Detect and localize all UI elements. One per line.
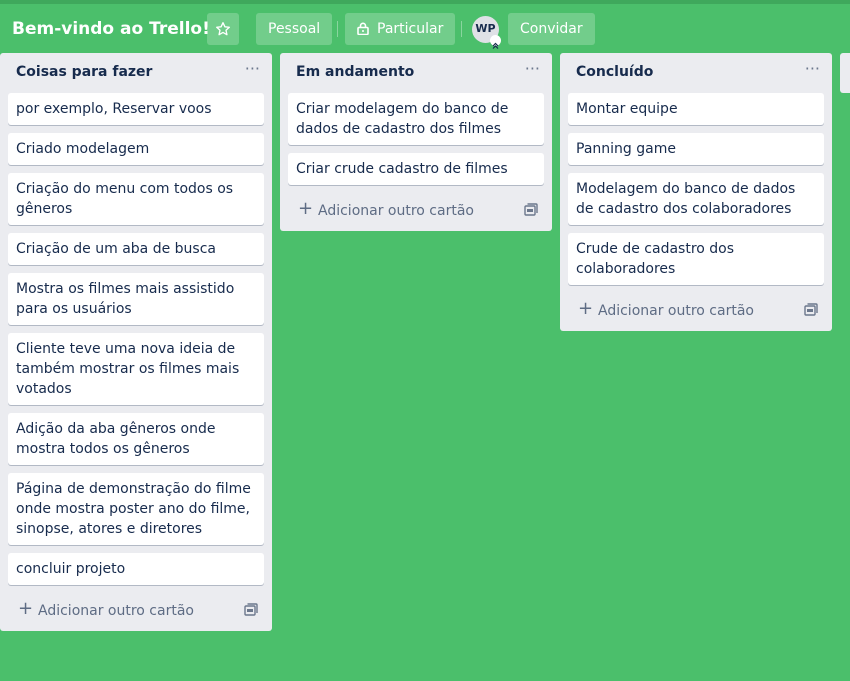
list-title[interactable]: Concluído (576, 64, 653, 80)
top-strip (0, 0, 850, 4)
list-title[interactable]: Coisas para fazer (16, 64, 152, 80)
card-template-icon[interactable] (804, 303, 818, 317)
star-button[interactable] (207, 13, 239, 45)
card[interactable]: Criar crude cadastro de filmes (288, 153, 544, 185)
card[interactable]: concluir projeto (8, 553, 264, 585)
add-card-label: Adicionar outro cartão (598, 303, 754, 319)
card-template-icon[interactable] (524, 203, 538, 217)
list-menu-icon[interactable]: ··· (805, 59, 820, 78)
add-list-button[interactable] (840, 53, 850, 93)
plus-icon: + (18, 598, 34, 619)
particular-button[interactable]: Particular (345, 13, 456, 45)
lock-icon (357, 22, 369, 36)
convidar-button[interactable]: Convidar (508, 13, 595, 45)
divider (337, 21, 338, 37)
list-menu-icon[interactable]: ··· (245, 59, 260, 78)
card[interactable]: Panning game (568, 133, 824, 165)
add-card-label: Adicionar outro cartão (38, 603, 194, 619)
particular-label: Particular (377, 21, 444, 37)
admin-chevron-icon (490, 35, 501, 49)
card[interactable]: Criado modelagem (8, 133, 264, 165)
avatar-initials: WP (475, 22, 496, 35)
board-title[interactable]: Bem-vindo ao Trello! (12, 13, 210, 45)
card[interactable]: Crude de cadastro dos colaboradores (568, 233, 824, 285)
card[interactable]: Modelagem do banco de dados de cadastro … (568, 173, 824, 225)
card[interactable]: Criação do menu com todos os gêneros (8, 173, 264, 225)
card-template-icon[interactable] (244, 603, 258, 617)
divider (461, 21, 462, 37)
card[interactable]: Criação de um aba de busca (8, 233, 264, 265)
list-header: Coisas para fazer ··· (0, 53, 272, 93)
list-menu-icon[interactable]: ··· (525, 59, 540, 78)
star-icon (216, 22, 230, 36)
list-concluido: Concluído ··· Montar equipe Panning game… (560, 53, 832, 331)
board-header: Bem-vindo ao Trello! Pessoal Particular … (0, 13, 850, 49)
add-card-button[interactable]: + Adicionar outro cartão (0, 593, 272, 631)
card[interactable]: Página de demonstração do filme onde mos… (8, 473, 264, 545)
list-coisas-para-fazer: Coisas para fazer ··· por exemplo, Reser… (0, 53, 272, 631)
list-header: Concluído ··· (560, 53, 832, 93)
pessoal-button[interactable]: Pessoal (256, 13, 333, 45)
card[interactable]: Adição da aba gêneros onde mostra todos … (8, 413, 264, 465)
list-em-andamento: Em andamento ··· Criar modelagem do banc… (280, 53, 552, 231)
add-card-label: Adicionar outro cartão (318, 203, 474, 219)
plus-icon: + (578, 298, 594, 319)
add-card-button[interactable]: + Adicionar outro cartão (560, 293, 832, 331)
add-card-button[interactable]: + Adicionar outro cartão (280, 193, 552, 231)
card[interactable]: Mostra os filmes mais assistido para os … (8, 273, 264, 325)
avatar[interactable]: WP (472, 16, 501, 49)
list-header: Em andamento ··· (280, 53, 552, 93)
plus-icon: + (298, 198, 314, 219)
list-title[interactable]: Em andamento (296, 64, 414, 80)
card[interactable]: Cliente teve uma nova ideia de também mo… (8, 333, 264, 405)
card[interactable]: Montar equipe (568, 93, 824, 125)
card[interactable]: por exemplo, Reservar voos (8, 93, 264, 125)
card[interactable]: Criar modelagem do banco de dados de cad… (288, 93, 544, 145)
